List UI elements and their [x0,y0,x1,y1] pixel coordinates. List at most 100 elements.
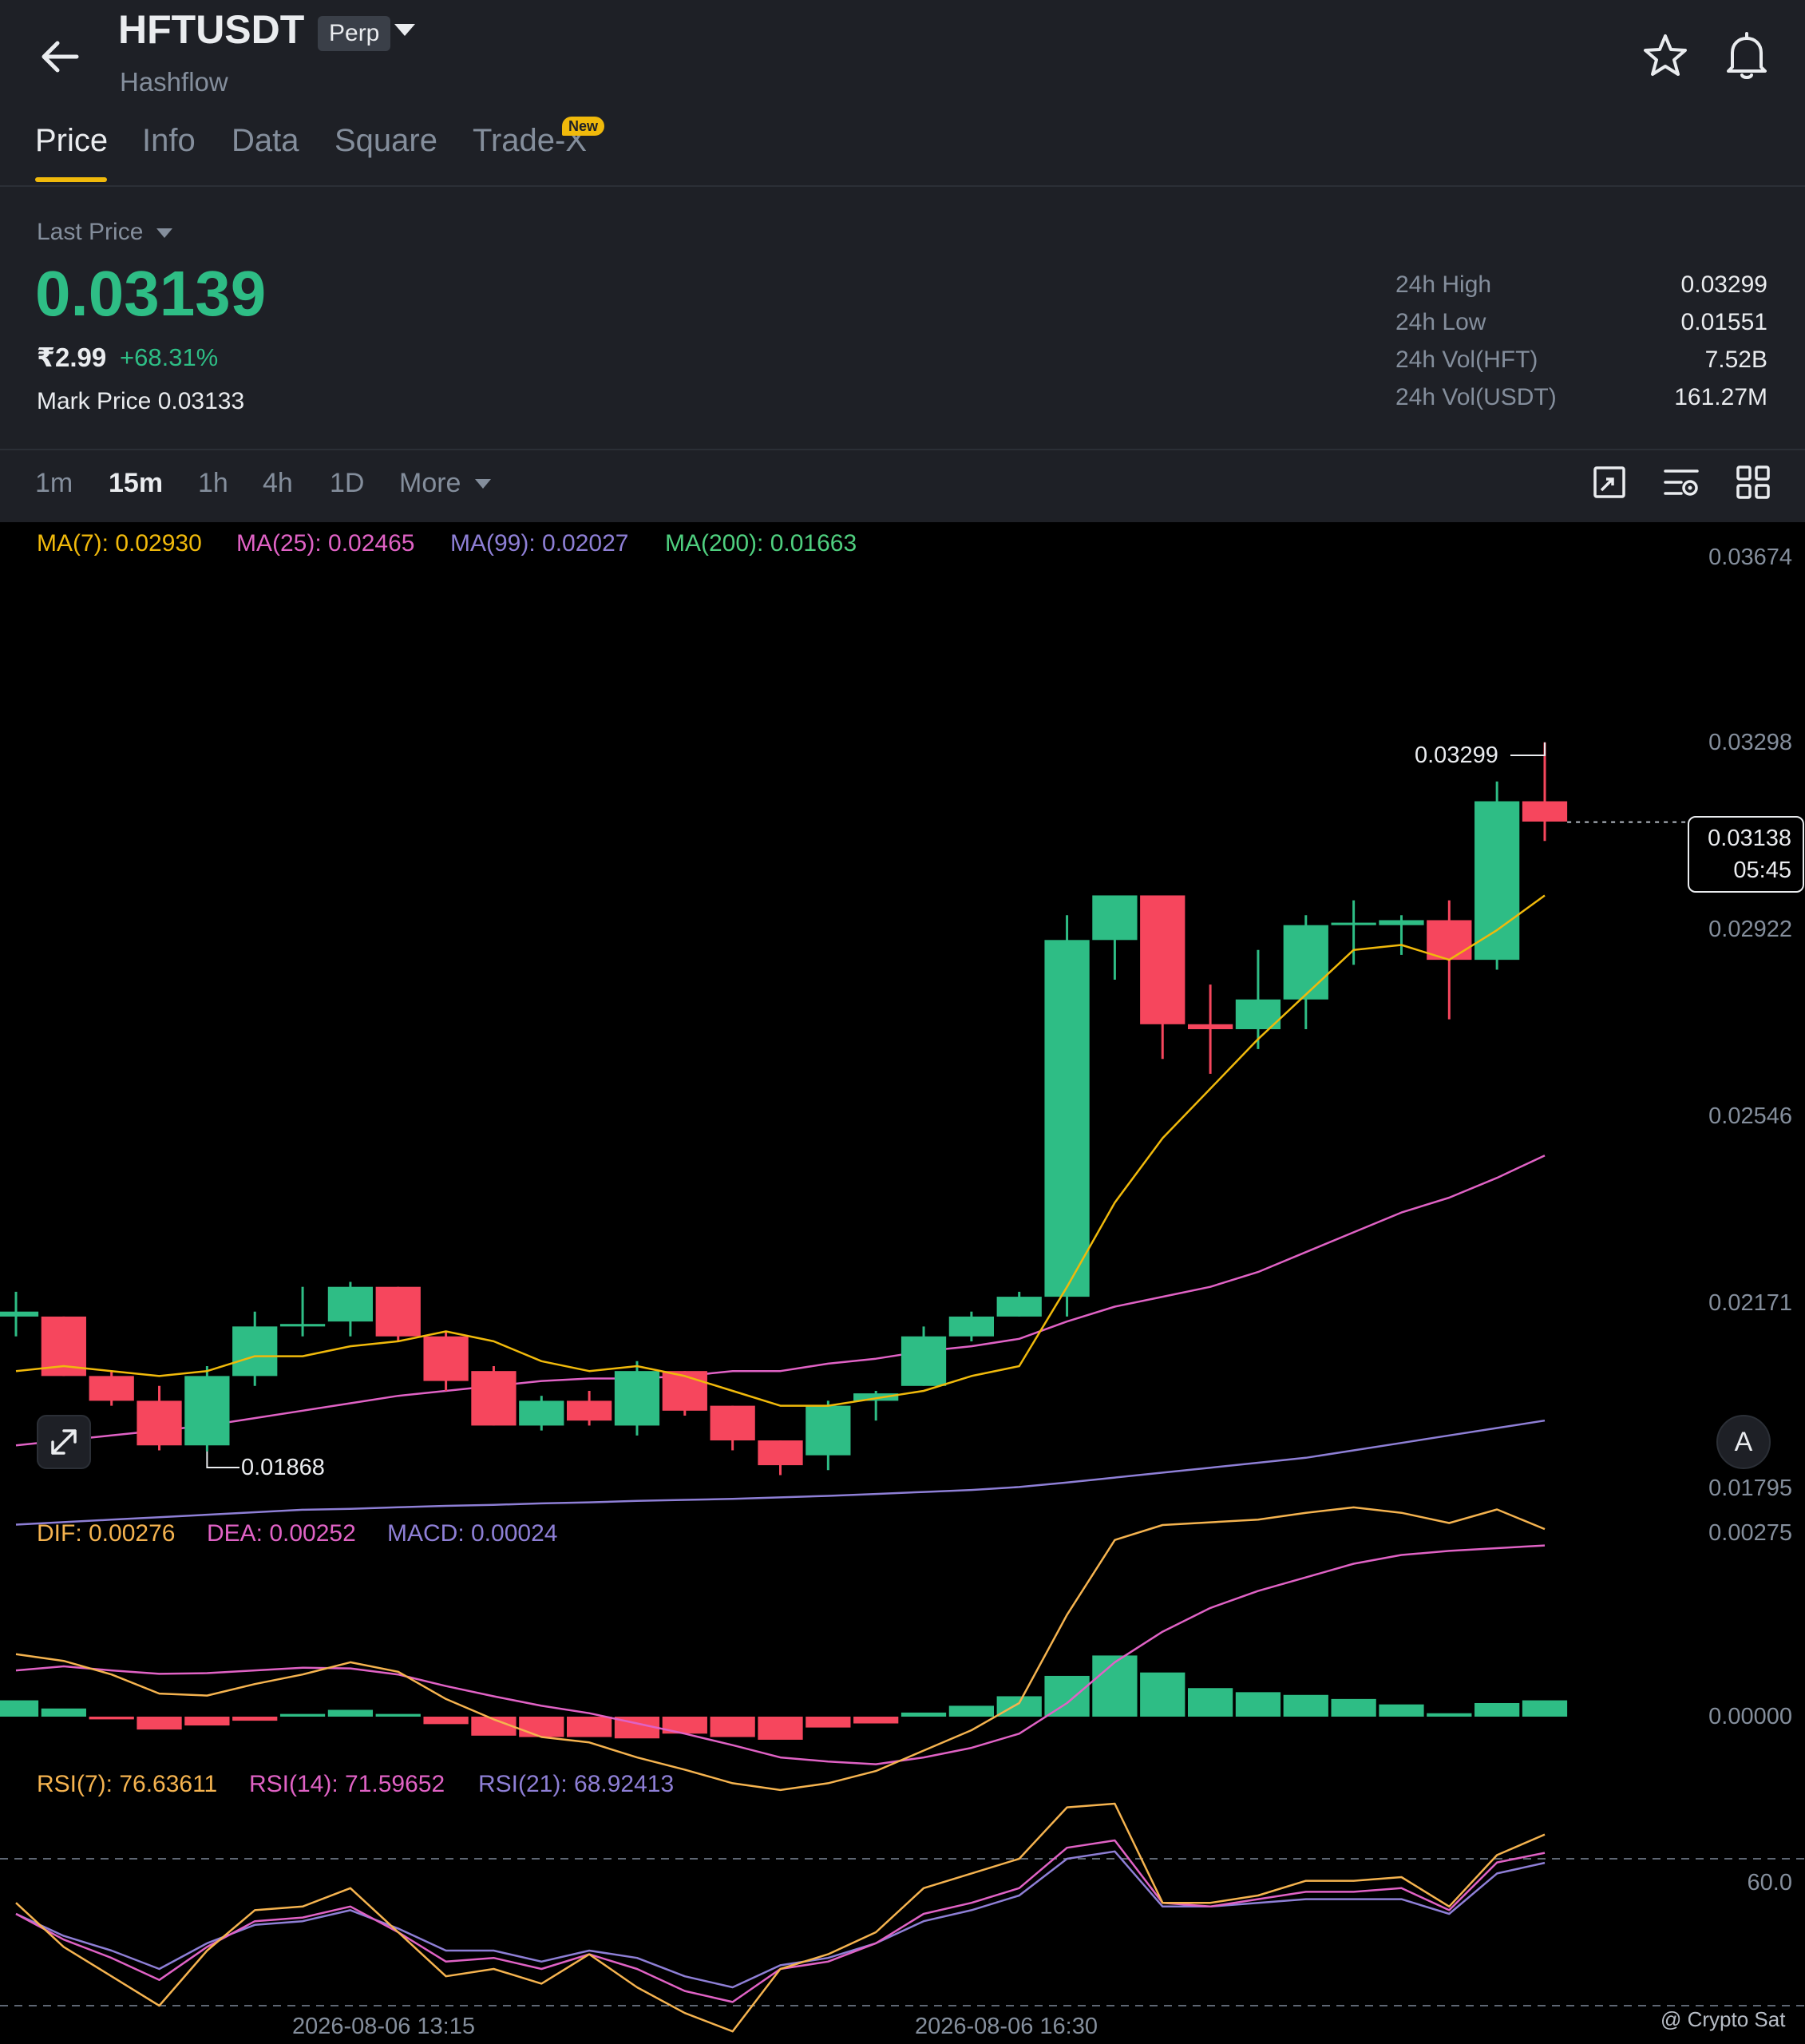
contract-badge[interactable]: Perp [318,16,391,51]
fiat-price: ₹2.99 [37,343,107,372]
timeframe-1m[interactable]: 1m [35,468,73,499]
time-axis-label: 2026-08-06 16:30 [915,2014,1098,2039]
ticker-header [0,0,1805,449]
expand-chart-button[interactable] [37,1415,91,1469]
legend-dif: DIF: 0.00276 [37,1520,176,1547]
stat-24h-vol-base-value: 7.52B [1704,347,1767,373]
candle-body [1283,925,1328,1000]
grid-layout-icon[interactable] [1734,463,1772,501]
watermark: @ Crypto Sat [1661,2007,1786,2031]
candle-body [1522,801,1568,822]
rsi14-line [15,1839,1546,2003]
price-type-selector[interactable]: Last Price [37,219,143,246]
candle-body [901,1336,947,1386]
low-price-marker: 0.01868 [241,1455,325,1480]
tab-square[interactable]: Square [334,123,437,159]
price-axis-tick: 0.03298 [1708,730,1792,755]
candle-body [948,1316,995,1337]
active-tab-indicator [35,177,107,182]
candle-body [184,1376,230,1446]
macd-histogram-bar [758,1717,803,1740]
timeframe-1h[interactable]: 1h [198,468,228,499]
price-change-percent: +68.31% [120,343,219,371]
chevron-down-icon[interactable] [394,24,415,36]
candle-body [1379,920,1424,925]
current-price-value: 0.03138 [1708,826,1791,851]
stat-24h-low-label: 24h Low [1395,309,1486,335]
high-price-marker: 0.03299 [1415,743,1498,768]
candle-body [758,1440,803,1466]
auto-scale-button[interactable]: A [1716,1415,1771,1469]
candle-countdown: 05:45 [1733,858,1791,883]
macd-histogram-bar [853,1717,899,1724]
macd-histogram-bar [1283,1694,1328,1717]
candle-body [853,1393,899,1401]
price-axis-tick: 0.01795 [1708,1476,1792,1501]
legend-ma200: MA(200): 0.01663 [665,530,857,557]
macd-histogram-bar [806,1717,851,1728]
bell-icon[interactable] [1723,30,1771,81]
macd-histogram-bar [327,1709,374,1717]
stat-24h-low-value: 0.01551 [1680,309,1767,335]
star-icon[interactable] [1641,32,1689,80]
indicator-settings-icon[interactable] [1662,463,1700,501]
legend-ma99: MA(99): 0.02027 [450,530,629,557]
fullscreen-chart-icon[interactable] [1590,463,1629,501]
arrow-left-icon[interactable] [32,29,88,85]
symbol-title[interactable]: HFTUSDT [118,6,304,53]
high-marker-line [1510,742,1546,756]
stat-24h-vol-quote-value: 161.27M [1674,384,1767,410]
candle-body [710,1405,755,1441]
macd-histogram-bar [1235,1692,1281,1717]
legend-macd: MACD: 0.00024 [387,1520,558,1547]
caret-down-icon[interactable] [475,479,491,489]
candle-body [423,1336,469,1381]
tab-info[interactable]: Info [142,123,196,159]
price-chart[interactable] [0,521,1805,2044]
candle-body [806,1405,851,1456]
macd-histogram-bar [0,1700,39,1717]
price-axis-tick: 0.02546 [1708,1103,1792,1129]
legend-rsi7: RSI(7): 76.63611 [37,1771,218,1797]
legend-rsi21: RSI(21): 68.92413 [478,1771,675,1797]
stat-24h-vol-quote-label: 24h Vol(USDT) [1395,384,1557,410]
macd-histogram-bar [1474,1702,1520,1717]
tab-data[interactable]: Data [232,123,299,159]
stat-24h-high-value: 0.03299 [1680,271,1767,298]
macd-histogram-bar [137,1717,182,1730]
rsi-axis-tick: 60.0 [1747,1870,1792,1895]
candle-body [279,1324,326,1327]
legend-rsi14: RSI(14): 71.59652 [249,1771,445,1797]
macd-histogram-bar [1427,1713,1472,1717]
price-axis-tick: 0.02171 [1708,1290,1792,1316]
macd-histogram-bar [1140,1672,1186,1717]
macd-histogram-bar [279,1713,326,1717]
mark-price: Mark Price 0.03133 [37,388,244,415]
divider [0,185,1805,187]
rsi7-line [15,1802,1546,2033]
candle-body [89,1376,134,1401]
macd-histogram-bar [423,1717,469,1725]
macd-histogram-bar [710,1717,755,1737]
ma25-line [15,1155,1546,1447]
candle-body [232,1326,278,1377]
macd-histogram-bar [375,1713,421,1717]
timeframe-more[interactable]: More [399,468,461,499]
candle-body [137,1400,182,1446]
price-axis-tick: 0.03674 [1708,545,1792,570]
tab-price[interactable]: Price [35,123,108,159]
candle-body [1331,922,1376,925]
macd-histogram-bar [184,1717,230,1726]
timeframe-1d[interactable]: 1D [330,468,364,499]
caret-down-icon[interactable] [156,228,172,238]
macd-histogram-bar [1522,1700,1568,1717]
current-price-tag[interactable]: 0.03138 05:45 [1688,816,1804,893]
timeframe-15m[interactable]: 15m [109,468,163,499]
stat-24h-high-label: 24h High [1395,271,1492,298]
candle-body [327,1286,374,1322]
macd-histogram-bar [948,1705,995,1717]
timeframe-4h[interactable]: 4h [263,468,293,499]
macd-histogram-bar [232,1717,278,1721]
macd-histogram-bar [1187,1688,1233,1717]
macd-histogram-bar [89,1717,134,1720]
